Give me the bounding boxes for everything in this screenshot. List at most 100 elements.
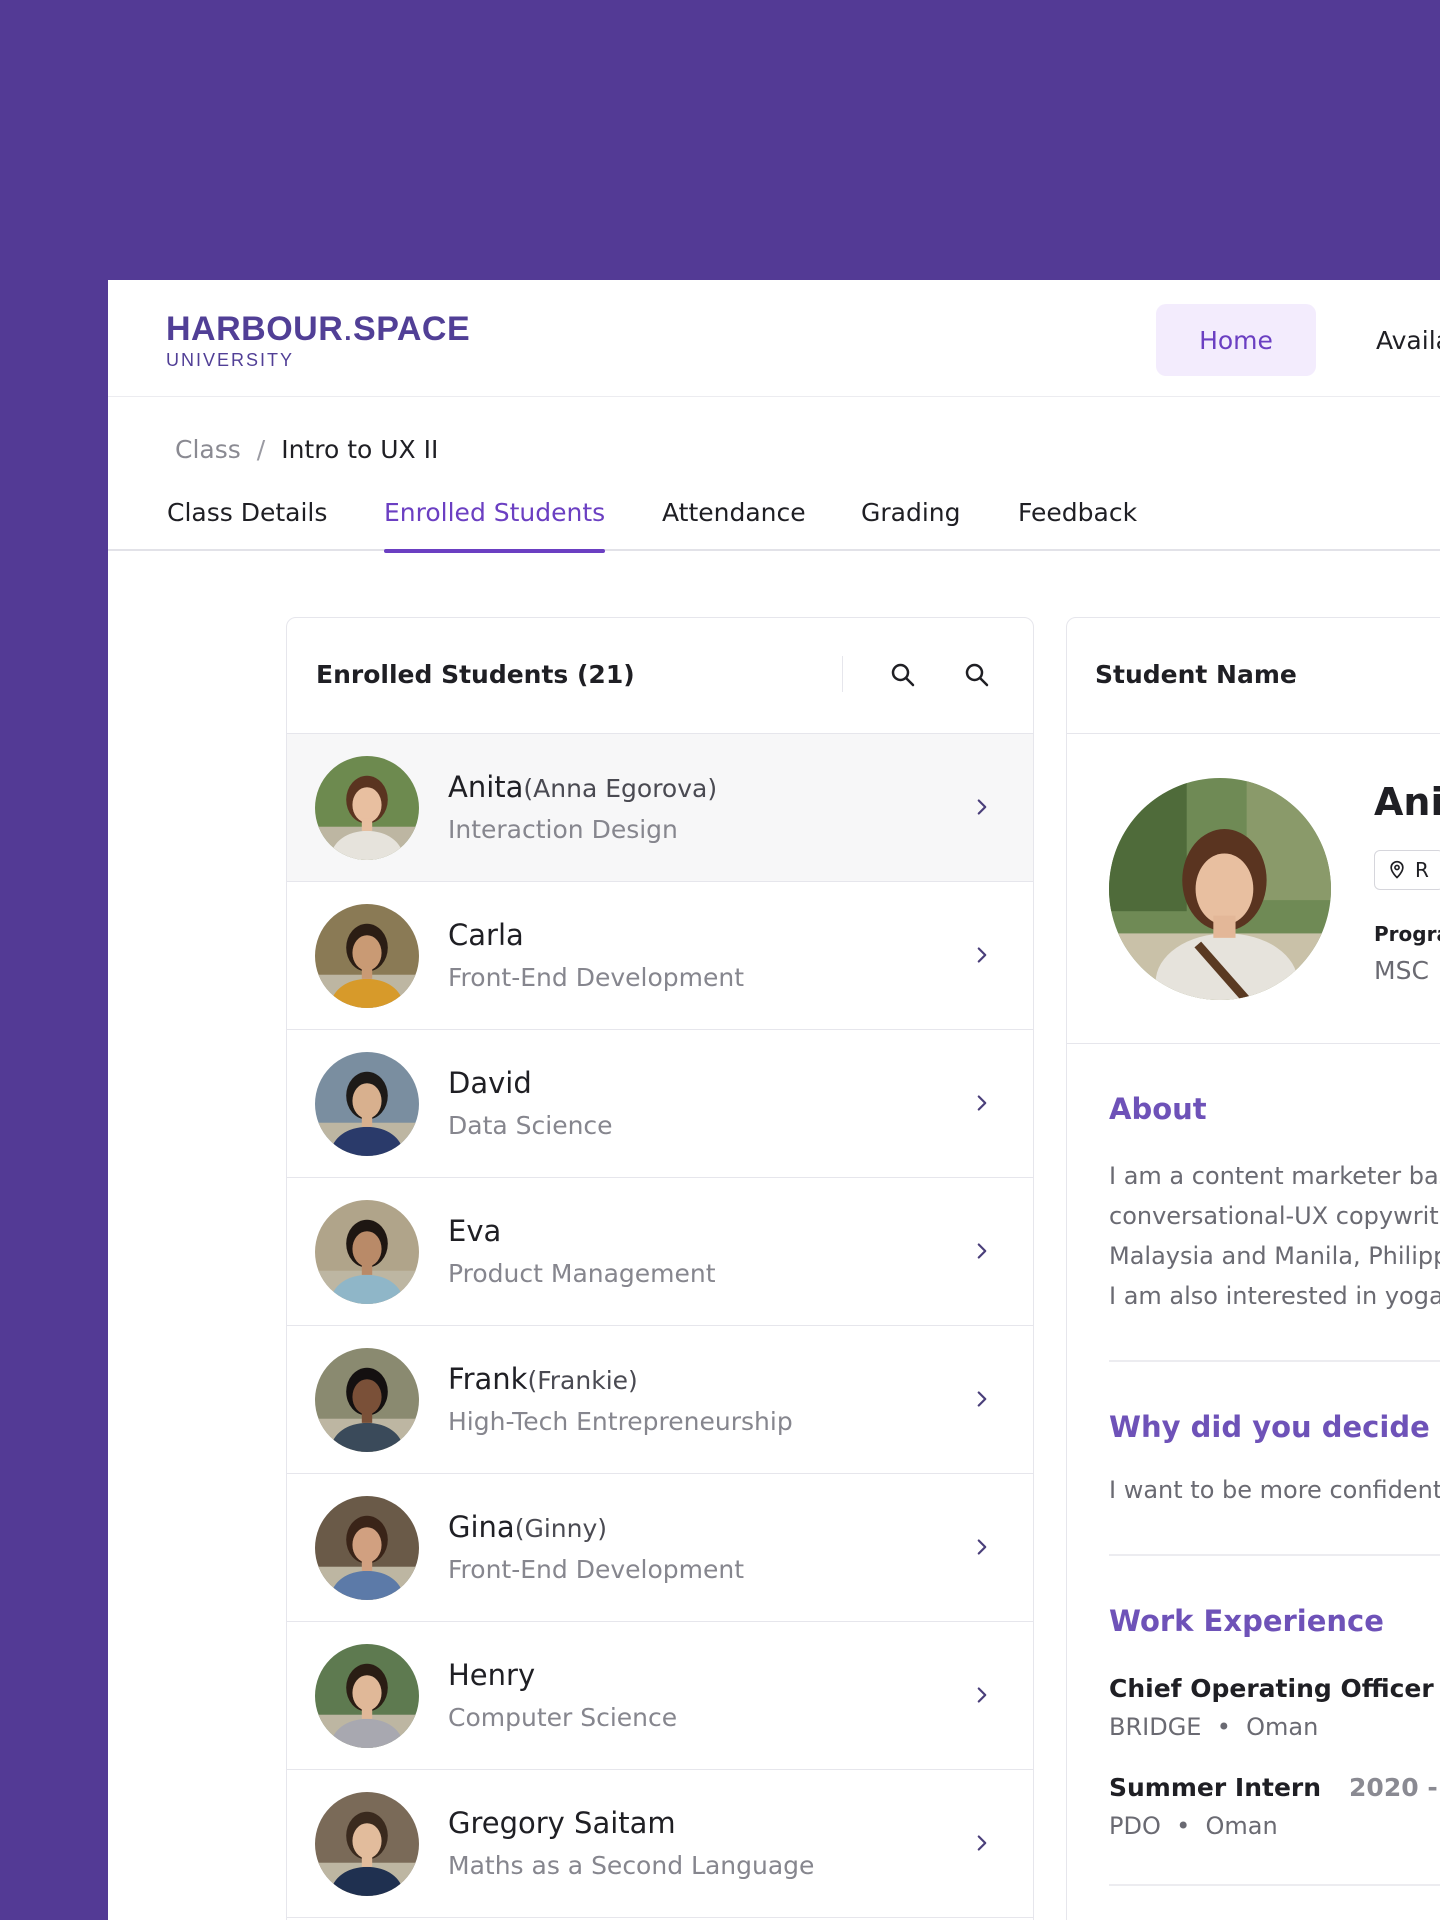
student-name: Frank(Frankie) <box>448 1362 638 1396</box>
chevron-right-icon[interactable] <box>969 1534 995 1560</box>
logo-word-1: HARBOUR <box>166 310 344 348</box>
student-program: Interaction Design <box>448 815 678 844</box>
university-logo[interactable]: HARBOUR. SPACE UNIVERSITY <box>166 312 470 371</box>
work-role: Chief Operating Officer <box>1109 1674 1434 1703</box>
separator-dot: • <box>1176 1812 1191 1840</box>
logo-subtitle: UNIVERSITY <box>166 350 295 370</box>
location-text: R <box>1415 858 1429 882</box>
separator-dot: • <box>1216 1713 1231 1741</box>
breadcrumb-current: Intro to UX II <box>281 435 439 464</box>
enrolled-students-panel: Enrolled Students (21) Anita(Anna Egorov… <box>286 617 1034 1920</box>
student-program: Product Management <box>448 1259 716 1288</box>
student-detail-panel: Student Name Anit R <box>1066 617 1440 1920</box>
work-years: 2020 - 20 <box>1349 1773 1440 1802</box>
student-profile-name: Anit <box>1374 780 1440 824</box>
why-section: Why did you decide to I want to be more … <box>1109 1362 1440 1556</box>
chevron-right-icon[interactable] <box>969 1386 995 1412</box>
student-name: Henry <box>448 1658 535 1692</box>
tab-class-details[interactable]: Class Details <box>167 498 327 551</box>
student-first-name: Gina <box>448 1510 515 1544</box>
tab-attendance[interactable]: Attendance <box>662 498 806 551</box>
logo-dot: . <box>344 316 353 346</box>
chevron-right-icon[interactable] <box>969 1090 995 1116</box>
student-row[interactable]: Gina(Ginny) Front-End Development <box>287 1474 1033 1622</box>
detail-panel-header: Student Name <box>1067 618 1440 734</box>
work-item: Summer Intern 2020 - 20 PDO • Oman <box>1109 1773 1440 1840</box>
work-item-title: Chief Operating Officer2 <box>1109 1674 1440 1703</box>
logo-word-2: SPACE <box>353 310 471 348</box>
student-profile-summary: Anit R Progra MSC <box>1067 734 1440 1044</box>
program-label: Progra <box>1374 922 1440 946</box>
student-avatar <box>315 756 419 860</box>
work-item-company: PDO • Oman <box>1109 1812 1440 1840</box>
work-experience-section: Work Experience Chief Operating Officer2… <box>1109 1556 1440 1886</box>
chevron-right-icon[interactable] <box>969 1238 995 1264</box>
work-item-company: BRIDGE • Oman <box>1109 1713 1440 1741</box>
nav-available-link[interactable]: Availa <box>1376 304 1440 376</box>
work-company: PDO <box>1109 1812 1161 1840</box>
student-program: Maths as a Second Language <box>448 1851 815 1880</box>
student-row[interactable]: Gregory Saitam Maths as a Second Languag… <box>287 1770 1033 1918</box>
logo-wordmark: HARBOUR. SPACE <box>166 312 470 346</box>
location-badge: R <box>1374 850 1440 890</box>
student-program: Computer Science <box>448 1703 678 1732</box>
chevron-right-icon[interactable] <box>969 1830 995 1856</box>
nav-home-button[interactable]: Home <box>1156 304 1316 376</box>
student-avatar <box>315 1496 419 1600</box>
work-experience-title: Work Experience <box>1109 1604 1384 1638</box>
student-nickname: (Ginny) <box>514 1514 607 1543</box>
student-first-name: Frank <box>448 1362 528 1396</box>
student-name: Gina(Ginny) <box>448 1510 607 1544</box>
student-first-name: David <box>448 1066 532 1100</box>
about-text: I am a content marketer bas conversation… <box>1109 1156 1440 1316</box>
search-icon[interactable] <box>962 660 992 690</box>
student-name: Carla <box>448 918 524 952</box>
student-avatar <box>315 1644 419 1748</box>
work-item-title: Summer Intern 2020 - 20 <box>1109 1773 1440 1802</box>
location-pin-icon <box>1390 860 1404 879</box>
why-text: I want to be more confident <box>1109 1476 1440 1504</box>
student-name: David <box>448 1066 532 1100</box>
tab-bar: Class Details Enrolled Students Attendan… <box>108 498 1440 553</box>
student-name: Anita(Anna Egorova) <box>448 770 717 804</box>
tab-enrolled-students[interactable]: Enrolled Students <box>384 498 606 553</box>
student-first-name: Gregory Saitam <box>448 1806 676 1840</box>
student-first-name: Carla <box>448 918 524 952</box>
about-line: I am also interested in yoga <box>1109 1282 1440 1310</box>
student-name: Gregory Saitam <box>448 1806 676 1840</box>
about-line: I am a content marketer bas <box>1109 1162 1440 1190</box>
student-row[interactable]: Henry Computer Science <box>287 1622 1033 1770</box>
student-nickname: (Frankie) <box>527 1366 638 1395</box>
chevron-right-icon[interactable] <box>969 942 995 968</box>
students-panel-header: Enrolled Students (21) <box>287 618 1033 734</box>
program-value: MSC <box>1374 956 1429 985</box>
student-avatar <box>315 1200 419 1304</box>
work-country: Oman <box>1246 1713 1319 1741</box>
student-row[interactable]: Eva Product Management <box>287 1178 1033 1326</box>
detail-panel-title: Student Name <box>1095 660 1297 689</box>
about-section: About I am a content marketer bas conver… <box>1109 1044 1440 1362</box>
work-company: BRIDGE <box>1109 1713 1202 1741</box>
student-row[interactable]: Anita(Anna Egorova) Interaction Design <box>287 734 1033 882</box>
tab-grading[interactable]: Grading <box>861 498 961 551</box>
student-program: High-Tech Entrepreneurship <box>448 1407 793 1436</box>
student-row[interactable]: Carla Front-End Development <box>287 882 1033 1030</box>
student-nickname: (Anna Egorova) <box>523 774 718 803</box>
student-first-name: Henry <box>448 1658 536 1692</box>
student-row[interactable]: David Data Science <box>287 1030 1033 1178</box>
chevron-right-icon[interactable] <box>969 794 995 820</box>
student-profile-photo <box>1109 778 1331 1000</box>
tab-feedback[interactable]: Feedback <box>1018 498 1137 551</box>
student-row[interactable]: Frank(Frankie) High-Tech Entrepreneurshi… <box>287 1326 1033 1474</box>
student-avatar <box>315 1348 419 1452</box>
top-header: HARBOUR.SPACE UNIVERSITY Home Availa <box>108 280 1440 397</box>
students-panel-title: Enrolled Students (21) <box>316 660 635 689</box>
header-divider <box>842 656 843 692</box>
chevron-right-icon[interactable] <box>969 1682 995 1708</box>
app-window: HARBOUR.SPACE UNIVERSITY Home Availa Cla… <box>108 280 1440 1920</box>
search-icon[interactable] <box>888 660 918 690</box>
about-line: conversational-UX copywrit <box>1109 1202 1439 1230</box>
breadcrumb: Class / Intro to UX II <box>175 435 438 464</box>
breadcrumb-class-link[interactable]: Class <box>175 435 241 464</box>
work-country: Oman <box>1205 1812 1278 1840</box>
